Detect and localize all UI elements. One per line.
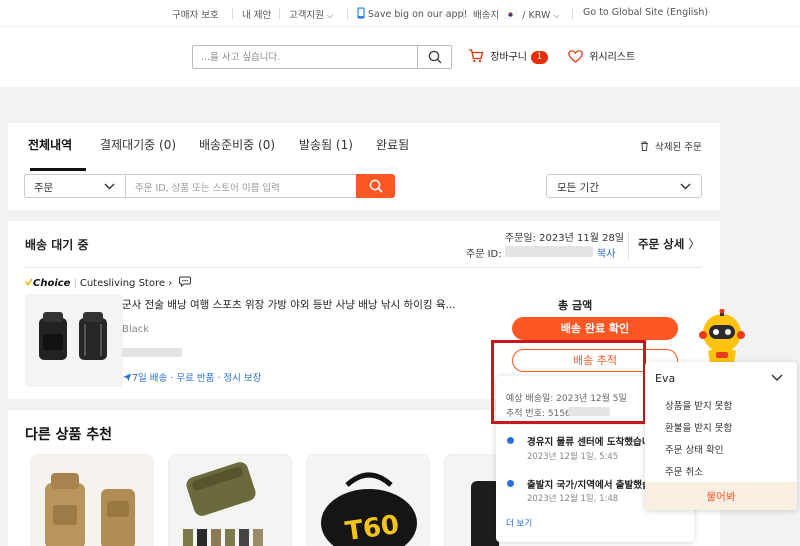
- chevron-down-icon: ⌵: [327, 11, 334, 20]
- product-card[interactable]: [30, 454, 154, 546]
- ask-button[interactable]: 물어봐: [645, 482, 797, 510]
- wishlist-label: 위시리스트: [589, 52, 636, 63]
- search-button[interactable]: [417, 46, 451, 68]
- shipping-perks: 7일 배송 · 무료 반품 · 정시 보장: [122, 370, 261, 384]
- tracking-event-date: 2023년 12월 1일, 1:48: [527, 494, 619, 504]
- store-name: Cutesliving Store: [79, 278, 165, 289]
- customer-support-link[interactable]: 고객지원 ⌵: [289, 7, 333, 21]
- top-utility-bar: 구매자 보호 내 제안 고객지원 ⌵ Save big on our app! …: [0, 0, 800, 27]
- phone-icon: [357, 7, 365, 19]
- product-variant: Black: [122, 324, 150, 335]
- chat-option-order-status[interactable]: 주문 상태 확인: [665, 442, 723, 456]
- my-offers-link[interactable]: 내 제안: [242, 7, 271, 21]
- site-header: 장바구니 1 위시리스트: [0, 27, 800, 87]
- plane-icon: [123, 373, 131, 381]
- product-title[interactable]: 군사 전술 배낭 여행 스포츠 위장 가방 야외 등반 사냥 배낭 낚시 하이킹…: [122, 297, 456, 312]
- search-bar: [192, 45, 452, 69]
- chat-option-no-refund[interactable]: 환불을 받지 못함: [665, 420, 732, 434]
- period-select[interactable]: 모든 기간: [546, 174, 702, 198]
- tab-all[interactable]: 전체내역: [28, 136, 72, 153]
- active-tab-indicator: [30, 168, 86, 171]
- recommendations-title: 다른 상품 추천: [25, 427, 113, 443]
- robot-mascot-icon: [699, 308, 745, 363]
- timeline-dot: [507, 480, 514, 487]
- chat-bubble-icon[interactable]: [179, 276, 192, 288]
- product-card[interactable]: T60: [306, 454, 430, 546]
- search-input[interactable]: [193, 46, 417, 68]
- show-more-link[interactable]: 더 보기: [506, 517, 532, 529]
- trash-icon: [641, 141, 648, 151]
- order-status: 배송 대기 중: [25, 238, 89, 252]
- buyer-protection-link[interactable]: 구매자 보호: [172, 7, 219, 21]
- tracking-event-date: 2023년 12월 1일, 5:45: [527, 452, 619, 462]
- tracking-event-text: 경유지 물류 센터에 도착했습니: [527, 437, 651, 448]
- highlight-box: [491, 340, 646, 424]
- order-search-field[interactable]: 주문 ID, 상품 또는 스토어 이름 입력: [125, 174, 357, 198]
- divider: [628, 231, 629, 261]
- korea-flag-icon: [504, 9, 518, 20]
- app-promo-link[interactable]: Save big on our app!: [357, 7, 467, 20]
- deleted-orders-link[interactable]: 삭제된 주문: [640, 139, 702, 153]
- divider: [25, 267, 702, 268]
- ship-to-selector[interactable]: 배송지 / KRW ⌵: [473, 7, 559, 21]
- tab-awaiting-payment[interactable]: 결제대기중 (0): [100, 136, 176, 153]
- chevron-down-icon: ⌵: [553, 11, 560, 20]
- wishlist-link[interactable]: 위시리스트: [568, 48, 635, 63]
- cart-link[interactable]: 장바구니 1: [468, 48, 548, 64]
- divider: [572, 8, 573, 19]
- divider: [463, 8, 464, 19]
- chat-option-cancel-order[interactable]: 주문 취소: [665, 464, 703, 478]
- divider: [347, 8, 348, 19]
- confirm-delivery-button[interactable]: 배송 완료 확인: [512, 317, 678, 340]
- order-id-redacted: [505, 246, 593, 257]
- search-icon: [369, 179, 383, 193]
- tab-completed[interactable]: 완료됨: [376, 136, 409, 153]
- divider: [279, 8, 280, 19]
- chat-widget: Eva 상품을 받지 못함 환불을 받지 못함 주문 상태 확인 주문 취소 물…: [645, 362, 797, 510]
- orders-filter-panel: 전체내역 결제대기중 (0) 배송준비중 (0) 발송됨 (1) 완료됨 삭제된…: [8, 123, 720, 210]
- product-image[interactable]: [25, 294, 123, 387]
- timeline-dot: [507, 437, 514, 444]
- global-site-link[interactable]: Go to Global Site (English): [583, 7, 708, 18]
- price-redacted: [122, 348, 182, 357]
- assistant-mascot[interactable]: [698, 308, 746, 365]
- order-type-select[interactable]: 주문: [24, 174, 126, 198]
- tab-shipped[interactable]: 발송됨 (1): [299, 136, 353, 153]
- store-link[interactable]: Choice | Cutesliving Store ›: [25, 276, 192, 289]
- divider: |: [73, 278, 77, 289]
- svg-text:T60: T60: [343, 510, 401, 546]
- choice-check-icon: [25, 278, 33, 286]
- order-date: 주문일: 2023년 11월 28일: [505, 233, 625, 244]
- product-card[interactable]: [168, 454, 292, 546]
- duffel-bag-image: T60: [307, 455, 429, 546]
- order-search-button[interactable]: [356, 174, 395, 198]
- search-icon: [428, 50, 442, 64]
- chevron-right-icon: ›: [168, 278, 173, 289]
- chevron-down-icon[interactable]: [771, 374, 783, 382]
- order-id-label: 주문 ID:: [466, 249, 502, 260]
- sling-bag-image: [169, 455, 291, 546]
- backpack-image: [39, 312, 107, 360]
- cart-label: 장바구니: [490, 52, 527, 63]
- total-label: 총 금액: [558, 299, 593, 312]
- tracking-event-text: 출발지 국가/지역에서 출발했습: [527, 480, 651, 491]
- tan-backpack-image: [31, 455, 153, 546]
- tab-preparing[interactable]: 배송준비중 (0): [199, 136, 275, 153]
- copy-order-id-link[interactable]: 복사: [597, 245, 615, 260]
- cart-icon: [469, 49, 484, 63]
- product-card[interactable]: [444, 454, 500, 546]
- heart-icon: [568, 50, 583, 63]
- order-detail-link[interactable]: 주문 상세 〉: [638, 236, 700, 252]
- divider: [232, 8, 233, 19]
- cart-count-badge: 1: [531, 51, 548, 64]
- chevron-down-icon: [104, 183, 115, 190]
- choice-badge: Choice: [33, 278, 71, 289]
- chat-agent-name: Eva: [655, 372, 676, 385]
- chevron-down-icon: [680, 183, 691, 190]
- chat-option-not-received[interactable]: 상품을 받지 못함: [665, 398, 732, 412]
- chevron-right-icon: 〉: [688, 237, 700, 251]
- black-backpack-image: [445, 455, 499, 546]
